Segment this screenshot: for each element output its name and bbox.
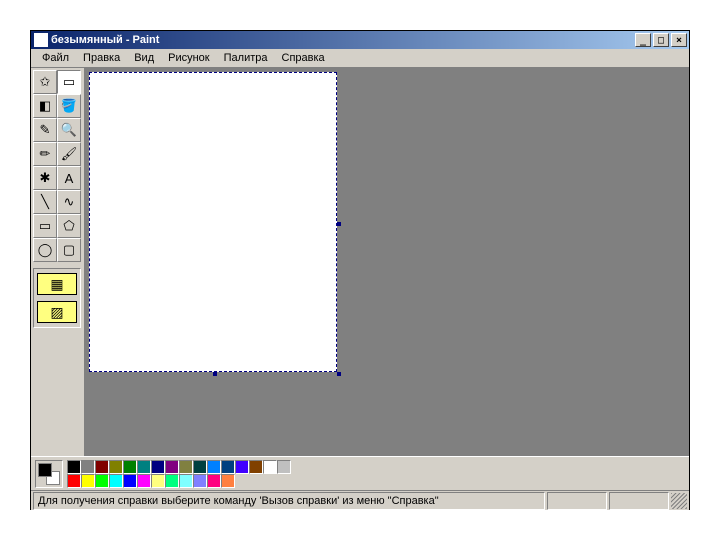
menubar: Файл Правка Вид Рисунок Палитра Справка — [31, 49, 689, 68]
color-swatch[interactable] — [151, 474, 165, 488]
color-palette — [67, 460, 291, 488]
foreground-color — [38, 463, 52, 477]
close-button[interactable]: × — [671, 33, 687, 47]
resize-handle-e[interactable] — [337, 222, 341, 226]
resize-handle-se[interactable] — [337, 372, 341, 376]
color-swatch[interactable] — [221, 460, 235, 474]
airbrush-tool[interactable]: ✱ — [33, 166, 57, 190]
color-swatch[interactable] — [67, 460, 81, 474]
status-size — [609, 492, 669, 510]
canvas[interactable] — [89, 72, 337, 372]
color-swatch[interactable] — [179, 474, 193, 488]
polygon-tool[interactable]: ⬠ — [57, 214, 81, 238]
color-swatch[interactable] — [95, 460, 109, 474]
color-swatch[interactable] — [137, 460, 151, 474]
color-swatch[interactable] — [249, 460, 263, 474]
color-box — [31, 456, 689, 490]
color-swatch[interactable] — [221, 474, 235, 488]
menu-help[interactable]: Справка — [275, 50, 332, 66]
color-swatch[interactable] — [165, 474, 179, 488]
color-swatch[interactable] — [109, 474, 123, 488]
statusbar: Для получения справки выберите команду '… — [31, 490, 689, 510]
color-swatch[interactable] — [207, 460, 221, 474]
ellipse-tool[interactable]: ◯ — [33, 238, 57, 262]
color-swatch[interactable] — [165, 460, 179, 474]
resize-grip-icon[interactable] — [671, 493, 687, 509]
status-pos — [547, 492, 607, 510]
color-swatch[interactable] — [179, 460, 193, 474]
app-icon: 🖌 — [34, 33, 48, 47]
color-swatch[interactable] — [263, 460, 277, 474]
color-swatch[interactable] — [81, 460, 95, 474]
opt-opaque-icon[interactable]: ▦ — [37, 273, 77, 295]
color-swatch[interactable] — [123, 460, 137, 474]
curve-tool[interactable]: ∿ — [57, 190, 81, 214]
brush-tool[interactable]: 🖌 — [57, 142, 81, 166]
menu-edit[interactable]: Правка — [76, 50, 127, 66]
toolbox: ✩▭◧🪣✎🔍✏🖌✱A╲∿▭⬠◯▢ ▦ ▨ — [31, 68, 85, 456]
tool-options: ▦ ▨ — [33, 268, 81, 328]
eraser-tool[interactable]: ◧ — [33, 94, 57, 118]
menu-view[interactable]: Вид — [127, 50, 161, 66]
opt-transparent-icon[interactable]: ▨ — [37, 301, 77, 323]
color-swatch[interactable] — [207, 474, 221, 488]
window-title: безымянный - Paint — [51, 34, 635, 46]
color-swatch[interactable] — [193, 474, 207, 488]
line-tool[interactable]: ╲ — [33, 190, 57, 214]
rectangle-tool[interactable]: ▭ — [33, 214, 57, 238]
rect-select-tool[interactable]: ▭ — [57, 70, 81, 94]
color-swatch[interactable] — [67, 474, 81, 488]
fill-tool[interactable]: 🪣 — [57, 94, 81, 118]
app-window: 🖌 безымянный - Paint _ □ × Файл Правка В… — [30, 30, 690, 510]
current-colors[interactable] — [35, 460, 63, 488]
status-text: Для получения справки выберите команду '… — [33, 492, 545, 510]
text-tool[interactable]: A — [57, 166, 81, 190]
color-swatch[interactable] — [95, 474, 109, 488]
color-swatch[interactable] — [123, 474, 137, 488]
magnifier-tool[interactable]: 🔍 — [57, 118, 81, 142]
pencil-tool[interactable]: ✏ — [33, 142, 57, 166]
titlebar[interactable]: 🖌 безымянный - Paint _ □ × — [31, 31, 689, 49]
color-swatch[interactable] — [193, 460, 207, 474]
color-swatch[interactable] — [81, 474, 95, 488]
menu-file[interactable]: Файл — [35, 50, 76, 66]
color-swatch[interactable] — [151, 460, 165, 474]
menu-palette[interactable]: Палитра — [217, 50, 275, 66]
free-select-tool[interactable]: ✩ — [33, 70, 57, 94]
workarea: ✩▭◧🪣✎🔍✏🖌✱A╲∿▭⬠◯▢ ▦ ▨ — [31, 68, 689, 456]
color-swatch[interactable] — [137, 474, 151, 488]
menu-image[interactable]: Рисунок — [161, 50, 217, 66]
rounded-rect-tool[interactable]: ▢ — [57, 238, 81, 262]
color-swatch[interactable] — [109, 460, 123, 474]
resize-handle-s[interactable] — [213, 372, 217, 376]
maximize-button[interactable]: □ — [653, 33, 669, 47]
canvas-area[interactable] — [85, 68, 689, 456]
minimize-button[interactable]: _ — [635, 33, 651, 47]
color-swatch[interactable] — [235, 460, 249, 474]
picker-tool[interactable]: ✎ — [33, 118, 57, 142]
color-swatch[interactable] — [277, 460, 291, 474]
